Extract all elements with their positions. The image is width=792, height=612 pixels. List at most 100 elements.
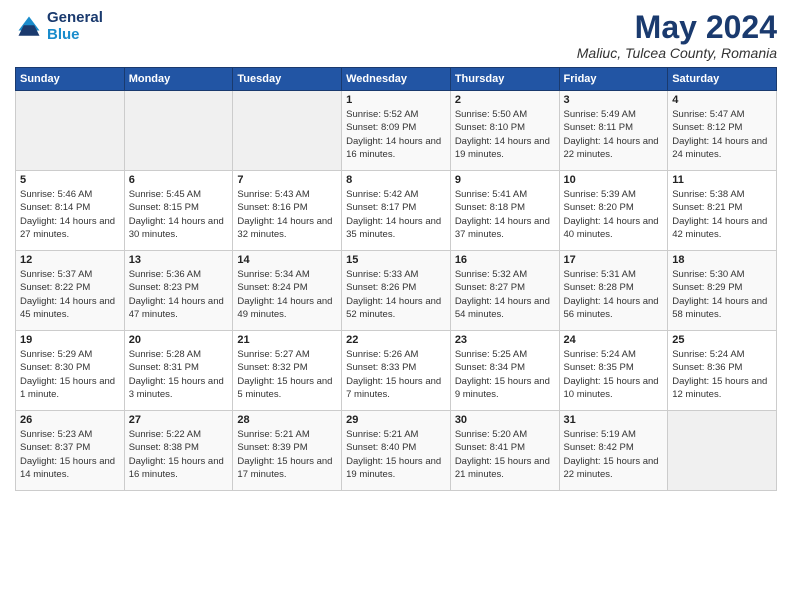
day-info: Sunrise: 5:52 AM Sunset: 8:09 PM Dayligh… bbox=[346, 108, 446, 161]
header-tuesday: Tuesday bbox=[233, 68, 342, 91]
day-number: 14 bbox=[237, 254, 337, 266]
day-info: Sunrise: 5:23 AM Sunset: 8:37 PM Dayligh… bbox=[20, 428, 120, 481]
subtitle: Maliuc, Tulcea County, Romania bbox=[577, 45, 777, 61]
day-info: Sunrise: 5:26 AM Sunset: 8:33 PM Dayligh… bbox=[346, 348, 446, 401]
calendar-cell: 18 Sunrise: 5:30 AM Sunset: 8:29 PM Dayli… bbox=[668, 251, 777, 331]
calendar-cell: 2 Sunrise: 5:50 AM Sunset: 8:10 PM Daylig… bbox=[450, 91, 559, 171]
day-number: 15 bbox=[346, 254, 446, 266]
day-info: Sunrise: 5:33 AM Sunset: 8:26 PM Dayligh… bbox=[346, 268, 446, 321]
day-info: Sunrise: 5:30 AM Sunset: 8:29 PM Dayligh… bbox=[672, 268, 772, 321]
calendar-cell: 13 Sunrise: 5:36 AM Sunset: 8:23 PM Dayli… bbox=[124, 251, 233, 331]
day-info: Sunrise: 5:36 AM Sunset: 8:23 PM Dayligh… bbox=[129, 268, 229, 321]
day-number: 21 bbox=[237, 334, 337, 346]
day-info: Sunrise: 5:43 AM Sunset: 8:16 PM Dayligh… bbox=[237, 188, 337, 241]
calendar-cell bbox=[124, 91, 233, 171]
day-info: Sunrise: 5:50 AM Sunset: 8:10 PM Dayligh… bbox=[455, 108, 555, 161]
day-number: 2 bbox=[455, 94, 555, 106]
day-number: 28 bbox=[237, 414, 337, 426]
header-sunday: Sunday bbox=[16, 68, 125, 91]
day-number: 18 bbox=[672, 254, 772, 266]
logo: General Blue bbox=[15, 10, 103, 43]
day-number: 20 bbox=[129, 334, 229, 346]
calendar-cell: 17 Sunrise: 5:31 AM Sunset: 8:28 PM Dayli… bbox=[559, 251, 668, 331]
title-block: May 2024 Maliuc, Tulcea County, Romania bbox=[577, 10, 777, 61]
calendar-cell: 12Sunrise: 5:37 AM Sunset: 8:22 PM Dayli… bbox=[16, 251, 125, 331]
logo-text: General Blue bbox=[47, 10, 103, 43]
day-info: Sunrise: 5:46 AM Sunset: 8:14 PM Dayligh… bbox=[20, 188, 120, 241]
day-info: Sunrise: 5:32 AM Sunset: 8:27 PM Dayligh… bbox=[455, 268, 555, 321]
day-number: 4 bbox=[672, 94, 772, 106]
day-number: 8 bbox=[346, 174, 446, 186]
day-number: 5 bbox=[20, 174, 120, 186]
day-number: 13 bbox=[129, 254, 229, 266]
day-info: Sunrise: 5:31 AM Sunset: 8:28 PM Dayligh… bbox=[564, 268, 664, 321]
logo-icon bbox=[15, 13, 43, 41]
calendar-cell: 1 Sunrise: 5:52 AM Sunset: 8:09 PM Daylig… bbox=[342, 91, 451, 171]
page: General Blue May 2024 Maliuc, Tulcea Cou… bbox=[0, 0, 792, 612]
main-title: May 2024 bbox=[577, 10, 777, 45]
calendar-cell: 29 Sunrise: 5:21 AM Sunset: 8:40 PM Dayli… bbox=[342, 411, 451, 491]
calendar-week-4: 26 Sunrise: 5:23 AM Sunset: 8:37 PM Dayli… bbox=[16, 411, 777, 491]
day-number: 11 bbox=[672, 174, 772, 186]
day-number: 25 bbox=[672, 334, 772, 346]
calendar-cell: 31Sunrise: 5:19 AM Sunset: 8:42 PM Dayli… bbox=[559, 411, 668, 491]
day-info: Sunrise: 5:21 AM Sunset: 8:39 PM Dayligh… bbox=[237, 428, 337, 481]
header-saturday: Saturday bbox=[668, 68, 777, 91]
day-number: 9 bbox=[455, 174, 555, 186]
calendar-cell: 25 Sunrise: 5:24 AM Sunset: 8:36 PM Dayli… bbox=[668, 331, 777, 411]
day-number: 27 bbox=[129, 414, 229, 426]
calendar-cell: 22Sunrise: 5:26 AM Sunset: 8:33 PM Dayli… bbox=[342, 331, 451, 411]
calendar-week-3: 19 Sunrise: 5:29 AM Sunset: 8:30 PM Dayli… bbox=[16, 331, 777, 411]
day-number: 17 bbox=[564, 254, 664, 266]
calendar-cell: 9 Sunrise: 5:41 AM Sunset: 8:18 PM Daylig… bbox=[450, 171, 559, 251]
day-number: 26 bbox=[20, 414, 120, 426]
day-info: Sunrise: 5:41 AM Sunset: 8:18 PM Dayligh… bbox=[455, 188, 555, 241]
calendar-cell: 27 Sunrise: 5:22 AM Sunset: 8:38 PM Dayli… bbox=[124, 411, 233, 491]
day-number: 24 bbox=[564, 334, 664, 346]
day-info: Sunrise: 5:47 AM Sunset: 8:12 PM Dayligh… bbox=[672, 108, 772, 161]
day-info: Sunrise: 5:38 AM Sunset: 8:21 PM Dayligh… bbox=[672, 188, 772, 241]
day-info: Sunrise: 5:22 AM Sunset: 8:38 PM Dayligh… bbox=[129, 428, 229, 481]
calendar-cell: 16Sunrise: 5:32 AM Sunset: 8:27 PM Dayli… bbox=[450, 251, 559, 331]
calendar-cell: 4 Sunrise: 5:47 AM Sunset: 8:12 PM Daylig… bbox=[668, 91, 777, 171]
calendar-cell bbox=[668, 411, 777, 491]
calendar-cell: 24 Sunrise: 5:24 AM Sunset: 8:35 PM Dayli… bbox=[559, 331, 668, 411]
day-number: 23 bbox=[455, 334, 555, 346]
calendar-cell: 28 Sunrise: 5:21 AM Sunset: 8:39 PM Dayli… bbox=[233, 411, 342, 491]
day-info: Sunrise: 5:45 AM Sunset: 8:15 PM Dayligh… bbox=[129, 188, 229, 241]
calendar-cell: 21Sunrise: 5:27 AM Sunset: 8:32 PM Dayli… bbox=[233, 331, 342, 411]
calendar-header-row: SundayMondayTuesdayWednesdayThursdayFrid… bbox=[16, 68, 777, 91]
day-number: 19 bbox=[20, 334, 120, 346]
calendar-cell: 6 Sunrise: 5:45 AM Sunset: 8:15 PM Daylig… bbox=[124, 171, 233, 251]
day-number: 3 bbox=[564, 94, 664, 106]
day-info: Sunrise: 5:39 AM Sunset: 8:20 PM Dayligh… bbox=[564, 188, 664, 241]
day-number: 12 bbox=[20, 254, 120, 266]
calendar-cell: 7 Sunrise: 5:43 AM Sunset: 8:16 PM Daylig… bbox=[233, 171, 342, 251]
day-number: 1 bbox=[346, 94, 446, 106]
calendar-cell: 23 Sunrise: 5:25 AM Sunset: 8:34 PM Dayli… bbox=[450, 331, 559, 411]
header-monday: Monday bbox=[124, 68, 233, 91]
day-number: 6 bbox=[129, 174, 229, 186]
day-info: Sunrise: 5:24 AM Sunset: 8:35 PM Dayligh… bbox=[564, 348, 664, 401]
day-info: Sunrise: 5:20 AM Sunset: 8:41 PM Dayligh… bbox=[455, 428, 555, 481]
calendar-cell: 26 Sunrise: 5:23 AM Sunset: 8:37 PM Dayli… bbox=[16, 411, 125, 491]
header-wednesday: Wednesday bbox=[342, 68, 451, 91]
calendar-cell: 30Sunrise: 5:20 AM Sunset: 8:41 PM Dayli… bbox=[450, 411, 559, 491]
day-info: Sunrise: 5:25 AM Sunset: 8:34 PM Dayligh… bbox=[455, 348, 555, 401]
calendar-cell: 3Sunrise: 5:49 AM Sunset: 8:11 PM Daylig… bbox=[559, 91, 668, 171]
calendar-cell: 10 Sunrise: 5:39 AM Sunset: 8:20 PM Dayli… bbox=[559, 171, 668, 251]
calendar-cell: 15 Sunrise: 5:33 AM Sunset: 8:26 PM Dayli… bbox=[342, 251, 451, 331]
calendar-cell bbox=[233, 91, 342, 171]
day-info: Sunrise: 5:21 AM Sunset: 8:40 PM Dayligh… bbox=[346, 428, 446, 481]
calendar-cell bbox=[16, 91, 125, 171]
day-number: 10 bbox=[564, 174, 664, 186]
day-info: Sunrise: 5:34 AM Sunset: 8:24 PM Dayligh… bbox=[237, 268, 337, 321]
header-thursday: Thursday bbox=[450, 68, 559, 91]
calendar-cell: 11 Sunrise: 5:38 AM Sunset: 8:21 PM Dayli… bbox=[668, 171, 777, 251]
day-number: 29 bbox=[346, 414, 446, 426]
day-info: Sunrise: 5:29 AM Sunset: 8:30 PM Dayligh… bbox=[20, 348, 120, 401]
day-number: 7 bbox=[237, 174, 337, 186]
calendar-week-2: 12Sunrise: 5:37 AM Sunset: 8:22 PM Dayli… bbox=[16, 251, 777, 331]
day-info: Sunrise: 5:24 AM Sunset: 8:36 PM Dayligh… bbox=[672, 348, 772, 401]
calendar-week-1: 5 Sunrise: 5:46 AM Sunset: 8:14 PM Daylig… bbox=[16, 171, 777, 251]
